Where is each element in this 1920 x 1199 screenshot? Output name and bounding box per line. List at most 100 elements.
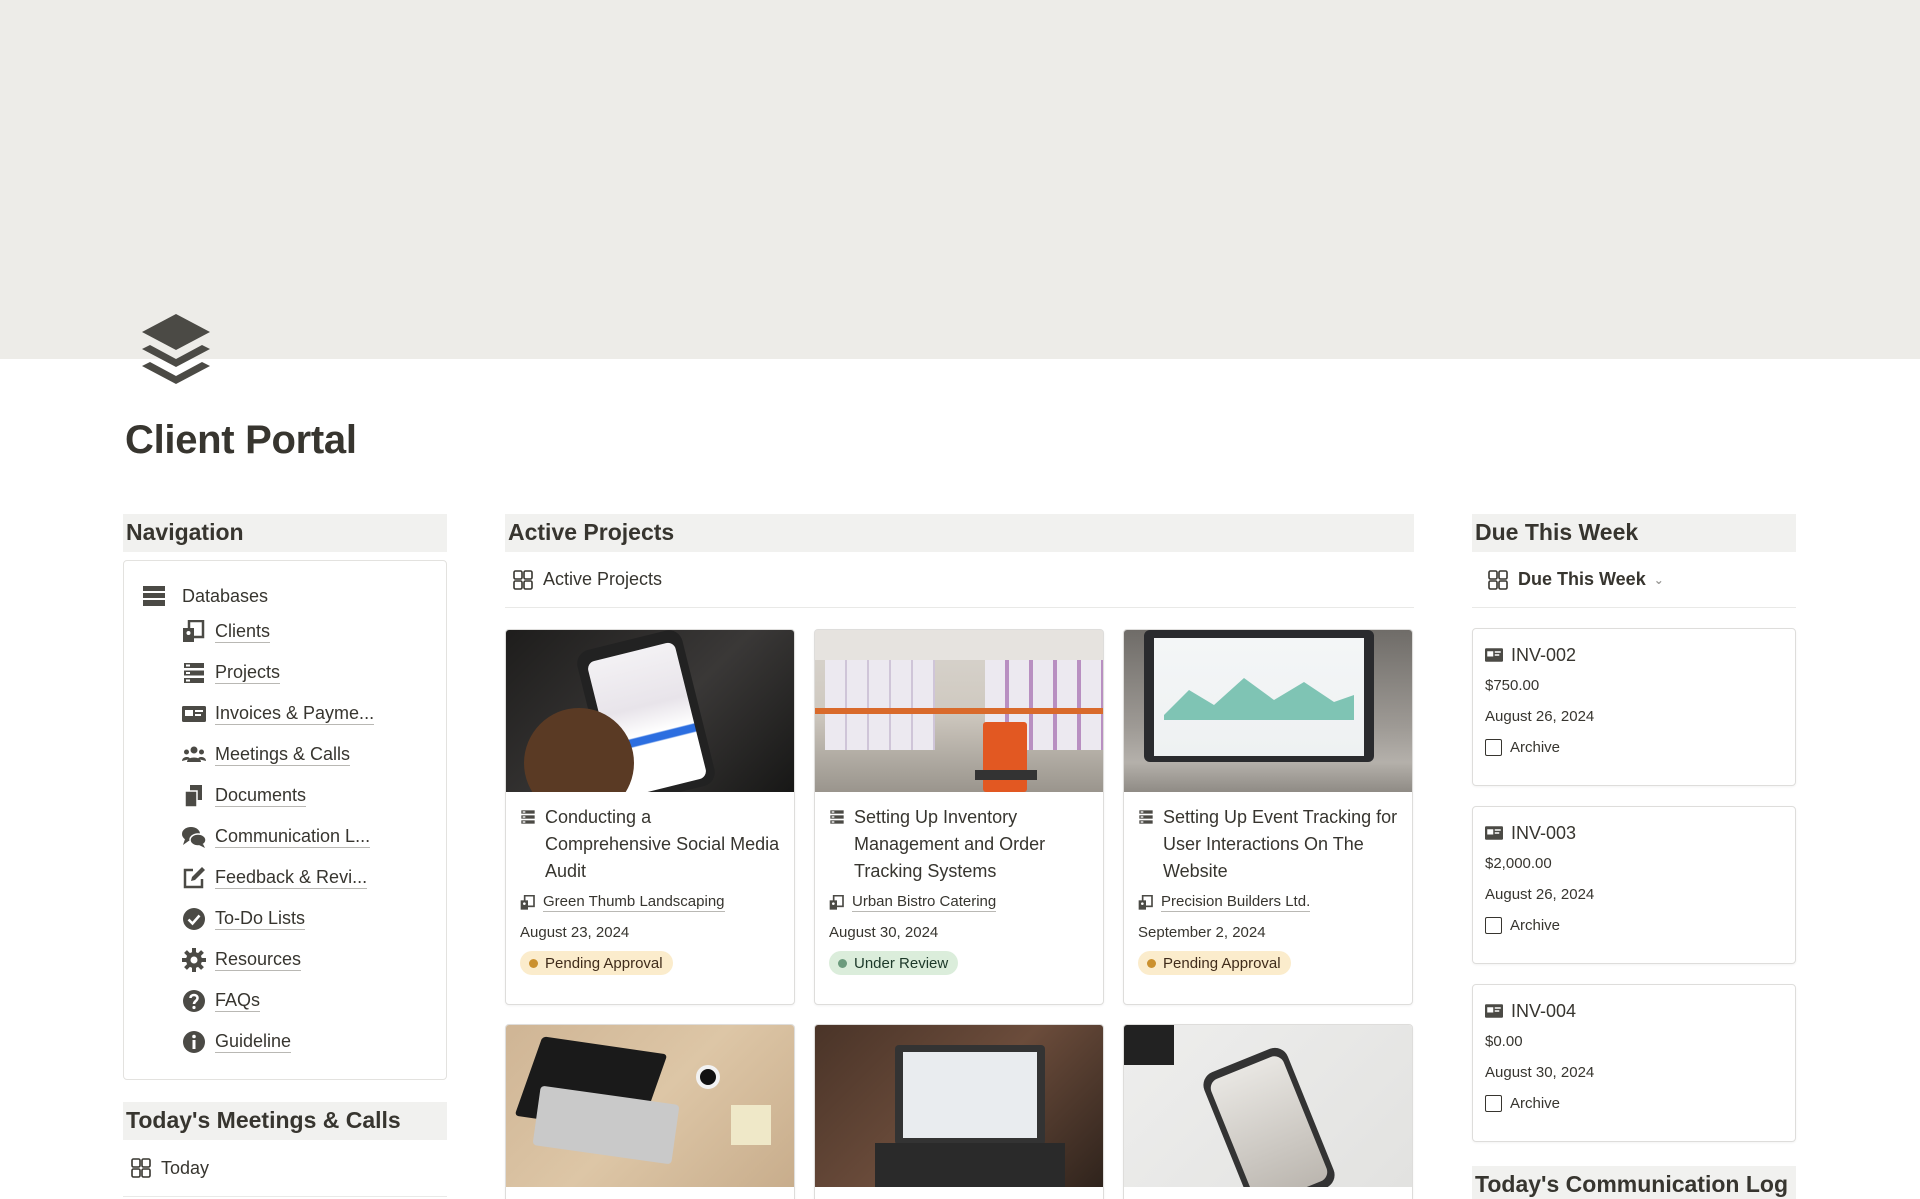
databases-link[interactable]: Databases — [142, 581, 428, 611]
archive-label: Archive — [1510, 1095, 1561, 1112]
gallery-view-icon — [513, 569, 533, 590]
status-dot — [1147, 958, 1156, 968]
projects-list-icon — [1139, 810, 1153, 824]
nav-item-label: Guideline — [215, 1031, 292, 1053]
invoice-card-icon — [1485, 648, 1503, 662]
layers-stack-icon — [142, 314, 210, 384]
meetings-view-tab[interactable]: Today — [123, 1140, 447, 1197]
projects-list-icon — [521, 810, 535, 824]
nav-list: Clients Projects Invoices & Payme... Mee… — [182, 611, 428, 1062]
invoice-amount: $2,000.00 — [1485, 855, 1552, 872]
project-card[interactable]: Conducting a Comprehensive Social Media … — [505, 629, 795, 1005]
navigation-heading: Navigation — [123, 514, 447, 552]
nav-item-label: Invoices & Payme... — [215, 703, 375, 725]
invoice-date: August 30, 2024 — [1485, 1064, 1595, 1081]
nav-item-label: Feedback & Revi... — [215, 867, 368, 889]
invoice-card[interactable]: INV-004 $0.00 August 30, 2024 Archive — [1472, 984, 1796, 1142]
invoice-amount: $750.00 — [1485, 677, 1540, 694]
nav-item-label: Documents — [215, 785, 307, 807]
nav-item-projects[interactable]: Projects — [182, 652, 428, 693]
project-cover-image — [815, 1025, 1103, 1187]
chat-bubbles-icon — [182, 826, 206, 848]
navigation-box: Databases Clients Projects Invoices & Pa… — [123, 560, 447, 1080]
project-title-text: Setting Up Inventory Management and Orde… — [854, 807, 1046, 881]
project-card[interactable]: Setting Up Event Tracking for User Inter… — [1123, 629, 1413, 1005]
project-client-name: Green Thumb Landscaping — [543, 893, 725, 912]
invoice-date: August 26, 2024 — [1485, 886, 1595, 903]
project-title: Setting Up Inventory Management and Orde… — [829, 804, 1089, 885]
project-card[interactable] — [814, 1024, 1104, 1199]
nav-item-label: Communication L... — [215, 826, 371, 848]
archive-checkbox-row[interactable]: Archive — [1485, 739, 1783, 756]
status-badge: Under Review — [829, 951, 959, 975]
project-cover-image — [1124, 630, 1412, 792]
nav-item-todo[interactable]: To-Do Lists — [182, 898, 428, 939]
nav-item-label: Meetings & Calls — [215, 744, 351, 766]
nav-item-label: To-Do Lists — [215, 908, 306, 930]
project-cover-image — [815, 630, 1103, 792]
nav-item-label: Resources — [215, 949, 302, 971]
invoice-card[interactable]: INV-002 $750.00 August 26, 2024 Archive — [1472, 628, 1796, 786]
projects-list-icon — [830, 810, 844, 824]
nav-item-guideline[interactable]: Guideline — [182, 1021, 428, 1062]
project-client-name: Precision Builders Ltd. — [1161, 893, 1311, 912]
invoice-id: INV-003 — [1511, 822, 1577, 843]
database-stack-icon — [143, 586, 165, 606]
project-card[interactable] — [505, 1024, 795, 1199]
invoice-card-icon — [1485, 1004, 1503, 1018]
nav-item-clients[interactable]: Clients — [182, 611, 428, 652]
archive-checkbox[interactable] — [1485, 917, 1502, 934]
nav-item-communication[interactable]: Communication L... — [182, 816, 428, 857]
archive-checkbox[interactable] — [1485, 1095, 1502, 1112]
status-label: Pending Approval — [545, 954, 663, 972]
archive-checkbox-row[interactable]: Archive — [1485, 917, 1783, 934]
nav-item-resources[interactable]: Resources — [182, 939, 428, 980]
invoice-title: INV-004 — [1485, 999, 1783, 1023]
databases-label: Databases — [182, 585, 269, 606]
project-cover-image — [1124, 1025, 1412, 1187]
project-date: September 2, 2024 — [1138, 924, 1266, 941]
nav-item-invoices[interactable]: Invoices & Payme... — [182, 693, 428, 734]
navigation-column: Navigation Databases Clients Projects In… — [123, 514, 447, 1197]
page-cover — [0, 0, 1920, 359]
project-card[interactable]: Setting Up Inventory Management and Orde… — [814, 629, 1104, 1005]
project-card[interactable] — [1123, 1024, 1413, 1199]
documents-icon — [184, 784, 202, 808]
meetings-view-label: Today — [161, 1157, 210, 1178]
nav-item-label: Clients — [215, 621, 271, 643]
project-client[interactable]: Precision Builders Ltd. — [1138, 893, 1398, 912]
nav-item-documents[interactable]: Documents — [182, 775, 428, 816]
invoice-card-icon — [1485, 826, 1503, 840]
nav-item-faqs[interactable]: FAQs — [182, 980, 428, 1021]
project-cover-image — [506, 630, 794, 792]
due-view-tab[interactable]: Due This Week ⌄ — [1472, 552, 1796, 608]
client-card-icon — [520, 894, 535, 910]
invoice-title: INV-003 — [1485, 821, 1783, 845]
invoice-date: August 26, 2024 — [1485, 708, 1595, 725]
due-column: Due This Week Due This Week ⌄ INV-002 $7… — [1472, 514, 1796, 1199]
projects-view-label: Active Projects — [543, 569, 663, 589]
people-group-icon — [182, 746, 206, 762]
nav-item-label: FAQs — [215, 990, 261, 1012]
project-client[interactable]: Green Thumb Landscaping — [520, 893, 780, 912]
edit-square-icon — [183, 866, 205, 888]
invoice-card[interactable]: INV-003 $2,000.00 August 26, 2024 Archiv… — [1472, 806, 1796, 964]
question-circle-icon — [183, 989, 205, 1012]
archive-checkbox-row[interactable]: Archive — [1485, 1095, 1783, 1112]
due-heading: Due This Week — [1472, 514, 1796, 552]
status-badge: Pending Approval — [1138, 951, 1291, 975]
nav-item-feedback[interactable]: Feedback & Revi... — [182, 857, 428, 898]
archive-label: Archive — [1510, 739, 1561, 756]
project-client-name: Urban Bistro Catering — [852, 893, 997, 912]
project-client[interactable]: Urban Bistro Catering — [829, 893, 1089, 912]
projects-list-icon — [184, 662, 204, 683]
chevron-down-icon[interactable]: ⌄ — [1654, 573, 1664, 587]
archive-checkbox[interactable] — [1485, 739, 1502, 756]
nav-item-meetings[interactable]: Meetings & Calls — [182, 734, 428, 775]
due-view-label: Due This Week — [1518, 569, 1646, 589]
projects-view-tab[interactable]: Active Projects — [505, 552, 1414, 608]
invoice-id: INV-004 — [1511, 1000, 1577, 1021]
invoice-card-icon — [182, 705, 206, 722]
status-badge: Pending Approval — [520, 951, 673, 975]
invoice-amount: $0.00 — [1485, 1033, 1523, 1050]
